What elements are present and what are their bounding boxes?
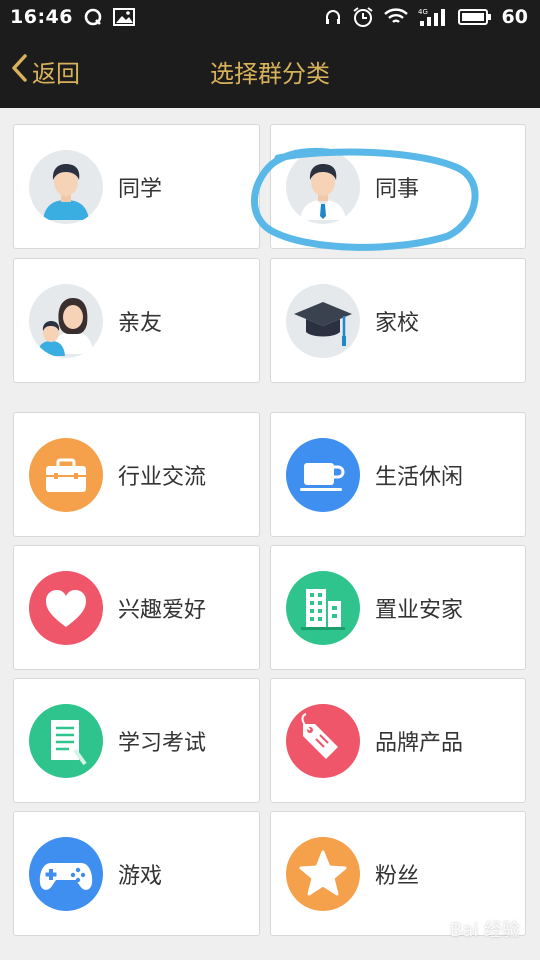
headset-icon — [324, 8, 342, 26]
category-grid-interest: 行业交流 生活休闲 兴趣爱好 置业安家 学习考试 品牌产品 游戏 粉丝 — [13, 412, 526, 936]
briefcase-icon — [29, 437, 103, 512]
status-time: 16:46 — [10, 6, 73, 28]
family-avatar-icon — [29, 283, 103, 358]
category-label: 生活休闲 — [375, 464, 464, 490]
category-tile-industry[interactable]: 行业交流 — [13, 412, 260, 537]
battery-icon — [457, 8, 492, 26]
category-tile-family[interactable]: 亲友 — [13, 258, 260, 383]
category-tile-leisure[interactable]: 生活休闲 — [270, 412, 526, 537]
graduation-cap-icon — [286, 283, 360, 358]
alarm-icon — [352, 6, 374, 28]
signal-4g-icon: 4G — [418, 7, 448, 27]
colleague-avatar-icon — [286, 149, 360, 224]
category-tile-housing[interactable]: 置业安家 — [270, 545, 526, 670]
category-tile-study[interactable]: 学习考试 — [13, 678, 260, 803]
heart-icon — [29, 570, 103, 645]
page-title: 选择群分类 — [210, 59, 330, 88]
wifi-icon — [383, 8, 408, 26]
status-bar: 16:46 4G 60 — [0, 0, 540, 34]
category-label: 兴趣爱好 — [118, 597, 207, 623]
category-grid-social: 同学 同事 亲友 家校 — [13, 124, 526, 383]
chevron-left-icon — [10, 53, 28, 89]
category-tile-classmate[interactable]: 同学 — [13, 124, 260, 249]
category-tile-brand[interactable]: 品牌产品 — [270, 678, 526, 803]
baidu-jingyan-watermark: Bai 经验 — [450, 916, 520, 942]
svg-text:4G: 4G — [418, 8, 428, 16]
category-label: 行业交流 — [118, 464, 207, 490]
gamepad-icon — [29, 836, 103, 911]
category-label: 粉丝 — [375, 863, 420, 889]
category-label: 学习考试 — [118, 730, 207, 756]
price-tag-icon — [286, 703, 360, 778]
nav-bar: 返回 选择群分类 — [0, 34, 540, 108]
building-icon — [286, 570, 360, 645]
image-icon — [112, 8, 135, 26]
category-label: 同学 — [118, 176, 163, 202]
battery-level: 60 — [501, 6, 528, 28]
category-label: 亲友 — [118, 310, 163, 336]
q-app-icon — [83, 7, 103, 27]
coffee-cup-icon — [286, 437, 360, 512]
category-label: 家校 — [375, 310, 420, 336]
category-tile-hobby[interactable]: 兴趣爱好 — [13, 545, 260, 670]
watermark-text: Bai 经验 — [449, 920, 520, 941]
category-label: 同事 — [375, 176, 420, 202]
classmate-avatar-icon — [29, 149, 103, 224]
category-tile-game[interactable]: 游戏 — [13, 811, 260, 936]
category-label: 游戏 — [118, 863, 163, 889]
category-label: 置业安家 — [375, 597, 464, 623]
category-tile-colleague[interactable]: 同事 — [270, 124, 526, 249]
category-tile-school[interactable]: 家校 — [270, 258, 526, 383]
notepad-icon — [29, 703, 103, 778]
back-label: 返回 — [32, 59, 80, 88]
star-icon — [286, 836, 360, 911]
back-button[interactable]: 返回 — [10, 34, 80, 108]
category-label: 品牌产品 — [375, 730, 464, 756]
